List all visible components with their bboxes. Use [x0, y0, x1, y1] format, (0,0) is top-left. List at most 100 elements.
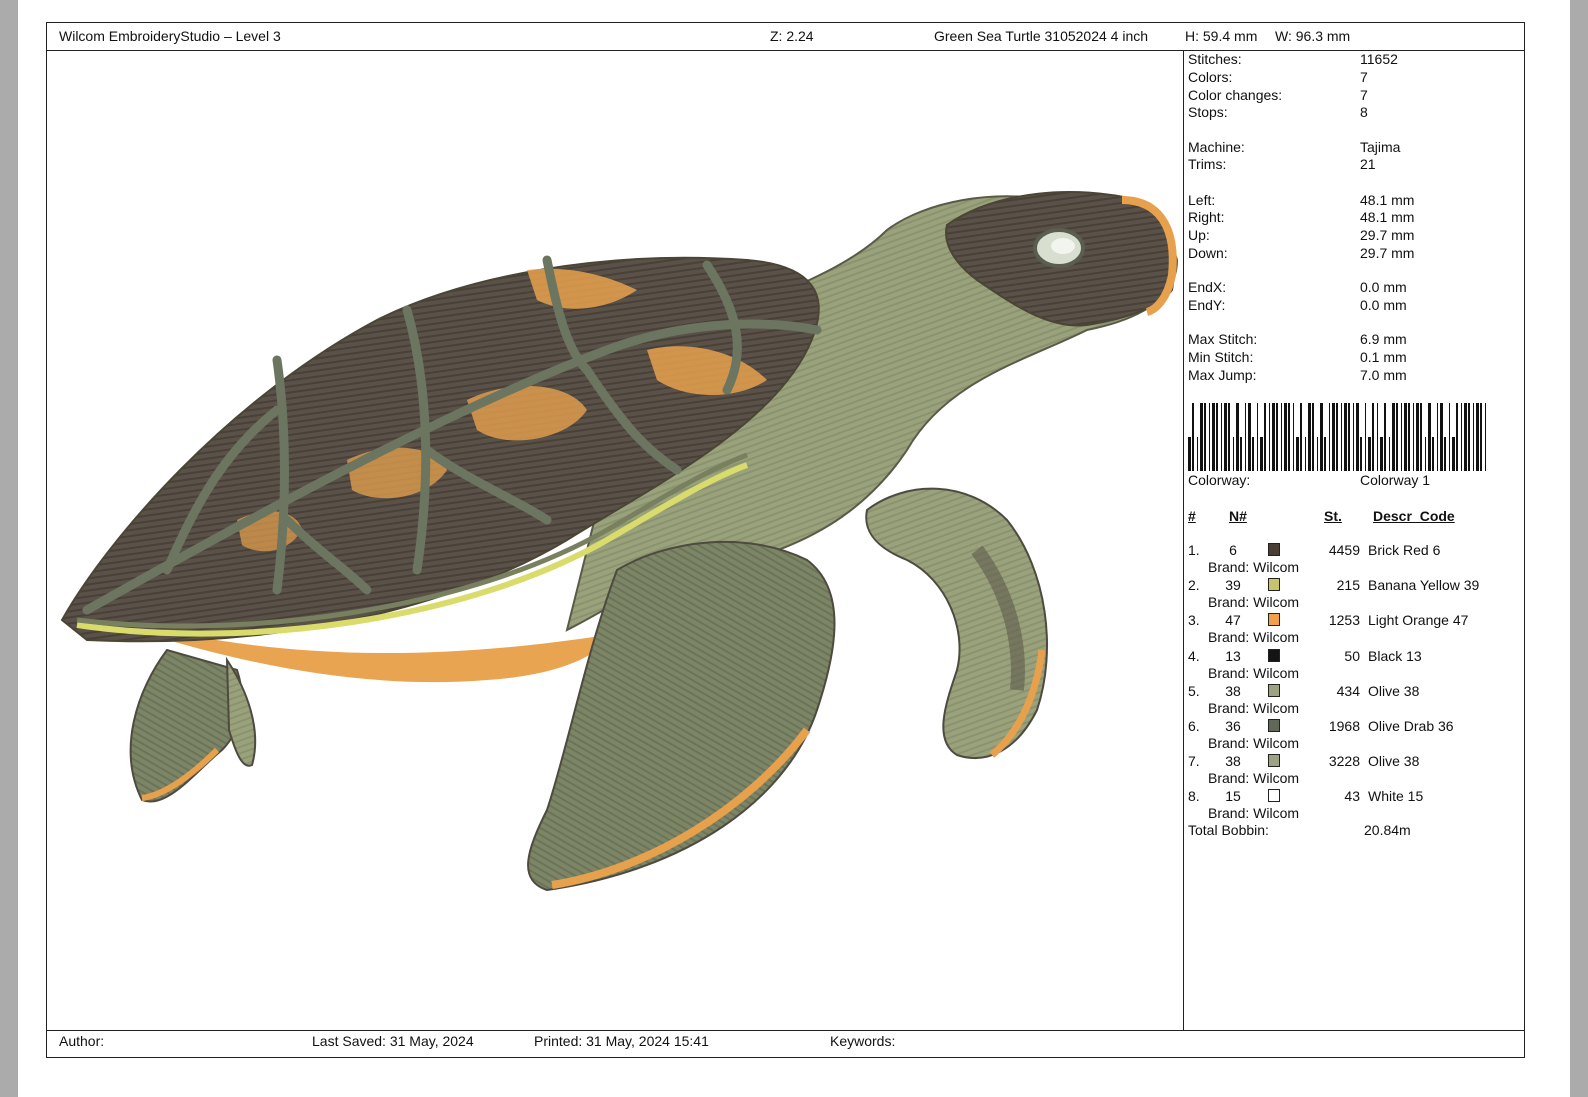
- stat-label: Color changes:: [1188, 87, 1283, 103]
- color-index: 3.: [1188, 612, 1200, 629]
- color-brand: Brand: Wilcom: [1208, 699, 1300, 716]
- color-description: Banana Yellow 39: [1368, 577, 1480, 594]
- color-brand: Brand: Wilcom: [1208, 805, 1300, 822]
- color-index: 1.: [1188, 542, 1200, 558]
- color-brand: Brand: Wilcom: [1208, 594, 1300, 611]
- stat-value: Tajima: [1360, 139, 1401, 155]
- stat-value: 7: [1360, 69, 1368, 85]
- color-number: 39: [1225, 577, 1241, 594]
- color-number: 36: [1225, 718, 1241, 734]
- stat-label: Down:: [1188, 245, 1228, 261]
- stat-value: 21: [1360, 156, 1376, 172]
- zoom-level: Z: 2.24: [770, 28, 814, 44]
- stat-value: 7.0 mm: [1360, 367, 1407, 383]
- stat-label: Machine:: [1188, 139, 1245, 155]
- stat-label: Max Jump:: [1188, 367, 1257, 383]
- color-stitch-count: 215: [1336, 577, 1360, 594]
- design-width: W: 96.3 mm: [1275, 28, 1351, 44]
- stat-value: 0.0 mm: [1360, 297, 1407, 313]
- color-stitch-count: 43: [1344, 788, 1360, 805]
- stat-value: 48.1 mm: [1360, 192, 1415, 208]
- stat-value: 29.7 mm: [1360, 227, 1415, 243]
- design-preview: [47, 50, 1183, 1030]
- color-swatch: [1268, 543, 1280, 556]
- color-brand: Brand: Wilcom: [1208, 735, 1300, 751]
- stat-label: Max Stitch:: [1188, 331, 1258, 347]
- color-description: Olive Drab 36: [1368, 718, 1454, 734]
- stat-label: EndX:: [1188, 279, 1227, 295]
- turtle-embroidery-image: [60, 191, 1179, 892]
- barcode: [1188, 403, 1492, 471]
- color-number: 38: [1225, 753, 1241, 770]
- color-description: White 15: [1368, 788, 1424, 805]
- color-swatch: [1268, 789, 1280, 803]
- color-description: Light Orange 47: [1368, 612, 1469, 629]
- color-swatch: [1268, 613, 1280, 627]
- color-number: 13: [1225, 647, 1241, 664]
- color-index: 8.: [1188, 788, 1200, 805]
- color-brand: Brand: Wilcom: [1208, 664, 1300, 681]
- footer-divider: [47, 1030, 1524, 1031]
- printed-date: Printed: 31 May, 2024 15:41: [534, 1033, 709, 1049]
- last-saved: Last Saved: 31 May, 2024: [312, 1033, 474, 1049]
- color-stitch-count: 434: [1336, 682, 1360, 699]
- color-swatch: [1268, 754, 1280, 768]
- color-description: Brick Red 6: [1368, 542, 1441, 558]
- app-title: Wilcom EmbroideryStudio – Level 3: [59, 28, 281, 44]
- color-swatch: [1268, 719, 1280, 732]
- stat-label: Stops:: [1188, 104, 1228, 120]
- design-name: Green Sea Turtle 31052024 4 inch: [934, 28, 1149, 44]
- stat-label: Up:: [1188, 227, 1210, 243]
- color-number: 47: [1225, 612, 1241, 629]
- color-index: 4.: [1188, 647, 1200, 664]
- stat-value: 6.9 mm: [1360, 331, 1407, 347]
- stat-label: Trims:: [1188, 156, 1227, 172]
- col-header-st: St.: [1324, 508, 1342, 524]
- color-description: Olive 38: [1368, 682, 1420, 699]
- color-index: 6.: [1188, 718, 1200, 734]
- colorway-label: Colorway:: [1188, 472, 1251, 488]
- colorway-value: Colorway 1: [1360, 472, 1431, 488]
- stat-value: 0.1 mm: [1360, 349, 1407, 365]
- stat-label: EndY:: [1188, 297, 1226, 313]
- stat-label: Stitches:: [1188, 51, 1242, 67]
- color-number: 38: [1225, 682, 1241, 699]
- stat-label: Colors:: [1188, 69, 1233, 85]
- color-stitch-count: 3228: [1328, 753, 1360, 770]
- color-stitch-count: 4459: [1328, 542, 1360, 558]
- col-header-num: #: [1188, 508, 1196, 524]
- stat-value: 11652: [1360, 51, 1398, 67]
- stat-value: 7: [1360, 87, 1368, 103]
- color-swatch: [1268, 683, 1280, 697]
- stat-label: Left:: [1188, 192, 1216, 208]
- color-stitch-count: 1253: [1328, 612, 1360, 629]
- color-number: 6: [1229, 542, 1237, 558]
- total-bobbin-label: Total Bobbin:: [1188, 822, 1269, 838]
- color-swatch: [1268, 648, 1280, 662]
- stat-value: 29.7 mm: [1360, 245, 1415, 261]
- color-index: 7.: [1188, 753, 1200, 770]
- worksheet-frame: Wilcom EmbroideryStudio – Level 3 Z: 2.2…: [46, 22, 1525, 1058]
- color-description: Olive 38: [1368, 753, 1420, 770]
- stat-value: 0.0 mm: [1360, 279, 1407, 295]
- keywords-label: Keywords:: [830, 1033, 896, 1049]
- stat-label: Right:: [1188, 209, 1225, 225]
- design-height: H: 59.4 mm: [1185, 28, 1258, 44]
- color-stitch-count: 50: [1344, 647, 1360, 664]
- color-index: 5.: [1188, 682, 1200, 699]
- color-brand: Brand: Wilcom: [1208, 559, 1300, 575]
- color-stitch-count: 1968: [1328, 718, 1360, 734]
- stat-value: 8: [1360, 104, 1368, 120]
- color-brand: Brand: Wilcom: [1208, 629, 1300, 646]
- col-header-descr: Descr_Code: [1373, 508, 1455, 524]
- color-brand: Brand: Wilcom: [1208, 770, 1300, 787]
- color-number: 15: [1225, 788, 1241, 805]
- stat-label: Min Stitch:: [1188, 349, 1254, 365]
- col-header-n: N#: [1229, 508, 1247, 524]
- total-bobbin-value: 20.84m: [1364, 822, 1411, 838]
- stat-value: 48.1 mm: [1360, 209, 1415, 225]
- design-info-panel: Stitches: 11652 Colors: 7 Color changes: 7 Sto…: [1184, 50, 1524, 1030]
- color-description: Black 13: [1368, 647, 1422, 664]
- color-swatch: [1268, 578, 1280, 592]
- color-index: 2.: [1188, 577, 1200, 594]
